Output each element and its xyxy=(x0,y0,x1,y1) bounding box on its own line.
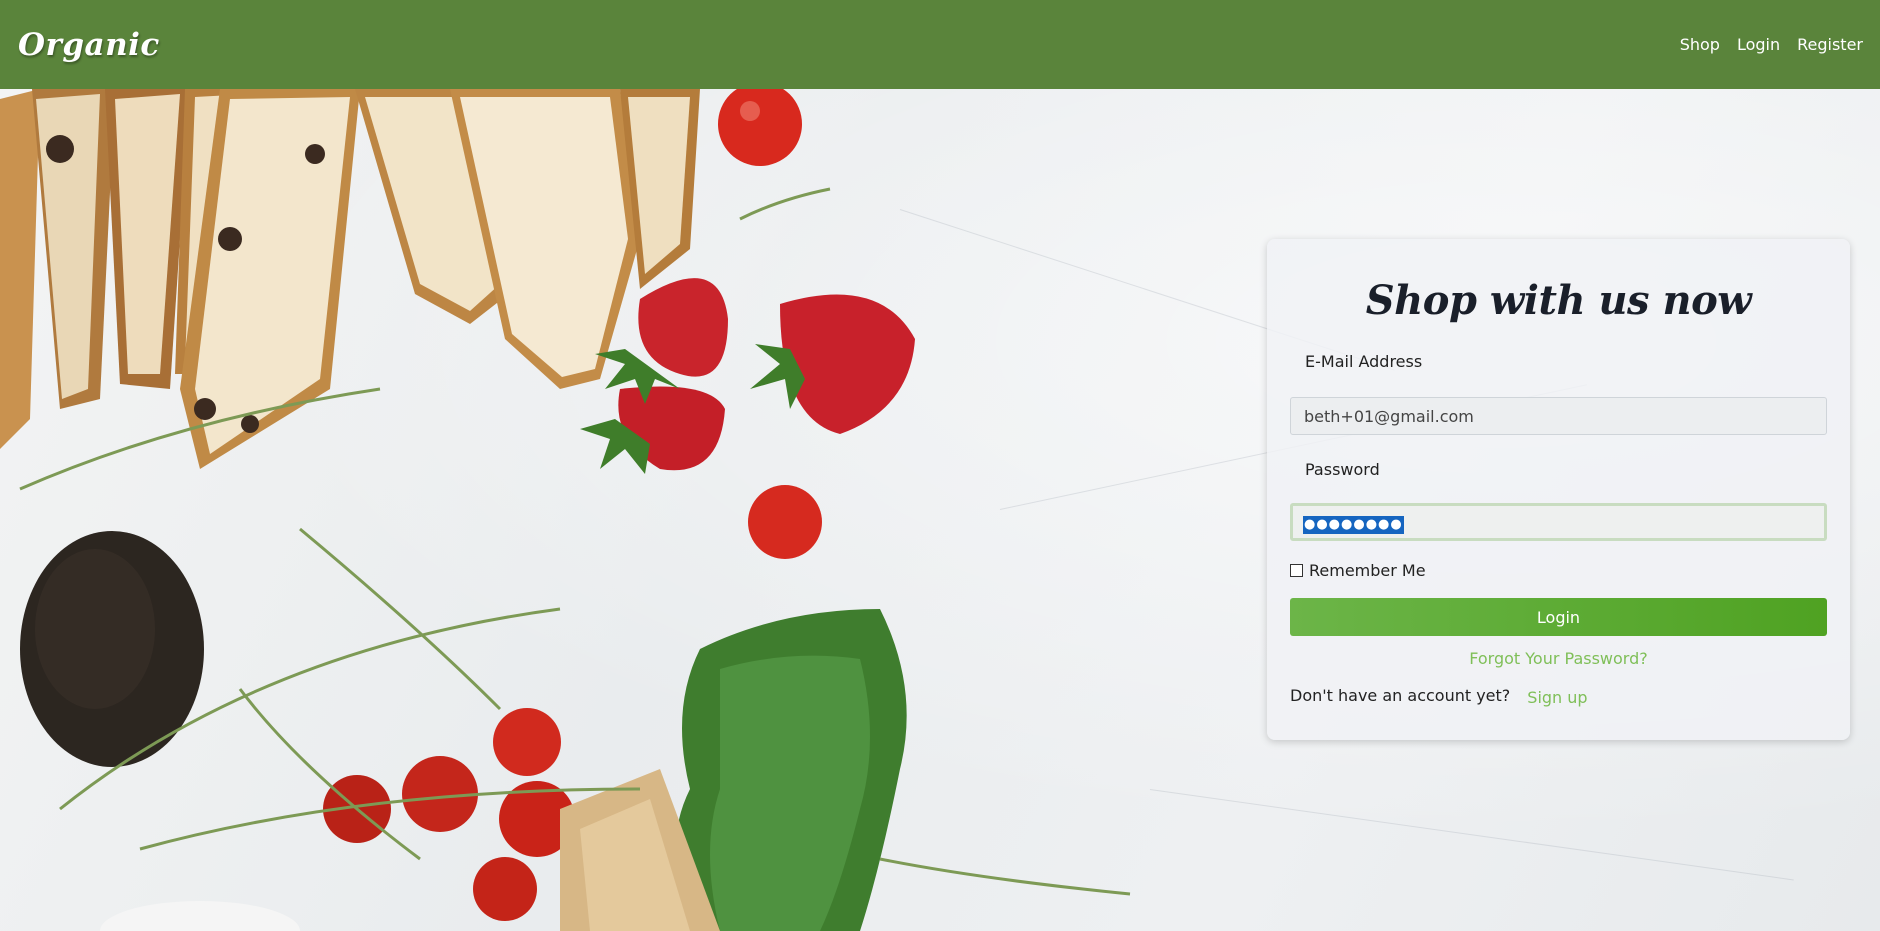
plate-icon xyxy=(100,901,300,931)
signup-prompt: Don't have an account yet? xyxy=(1290,686,1511,705)
marble-vein xyxy=(1149,789,1794,881)
login-title: Shop with us now xyxy=(1365,277,1752,324)
login-button[interactable]: Login xyxy=(1290,598,1827,636)
strawberry-icon xyxy=(580,278,915,474)
nav-link-register[interactable]: Register xyxy=(1797,35,1863,54)
nav-link-shop[interactable]: Shop xyxy=(1680,35,1720,54)
remember-label: Remember Me xyxy=(1309,561,1426,580)
signup-link[interactable]: Sign up xyxy=(1527,688,1587,707)
signup-row: Don't have an account yet? Sign up xyxy=(1290,686,1588,707)
email-input[interactable] xyxy=(1290,397,1827,435)
password-selection: ●●●●●●●● xyxy=(1303,516,1404,534)
kale-icon xyxy=(675,609,907,931)
password-label: Password xyxy=(1305,460,1380,479)
nav-link-login[interactable]: Login xyxy=(1737,35,1780,54)
top-navbar: Organic Shop Login Register xyxy=(0,0,1880,89)
forgot-password-link[interactable]: Forgot Your Password? xyxy=(1267,649,1850,668)
email-label: E-Mail Address xyxy=(1305,352,1423,371)
main-nav: Shop Login Register xyxy=(1680,35,1863,54)
bread-icon xyxy=(0,89,700,469)
brand-logo[interactable]: Organic xyxy=(18,27,160,63)
login-card: Shop with us now E-Mail Address Password… xyxy=(1267,239,1850,740)
remember-checkbox[interactable] xyxy=(1290,564,1303,577)
groceries-photo xyxy=(0,89,1131,931)
remember-me[interactable]: Remember Me xyxy=(1290,561,1426,580)
